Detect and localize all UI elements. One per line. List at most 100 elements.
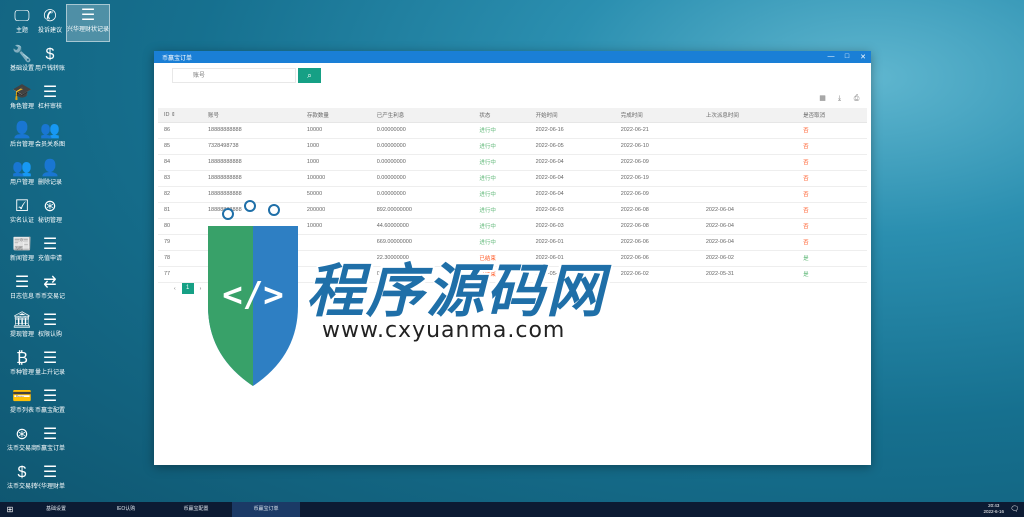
table-cell: 2022-06-02	[614, 266, 700, 283]
table-cell: 2022-06-09	[614, 154, 700, 171]
table-cell: 0.00000000	[370, 138, 474, 155]
table-cell: 18888888888	[201, 170, 301, 187]
table-cell: 进行中	[473, 170, 530, 187]
search-bar: ⌕	[172, 68, 321, 83]
print-icon[interactable]: ⎙	[852, 94, 861, 103]
table-cell: 2022-06-09	[614, 186, 700, 203]
table-cell: 2022-06-19	[614, 170, 700, 187]
desktop-icon-label: 币币交易记	[34, 294, 65, 300]
taskbar-item[interactable]: IEO认购	[92, 502, 160, 517]
prev-page-icon[interactable]: ‹	[174, 286, 176, 292]
desktop-icon[interactable]: ☰ 币赢宝订单	[28, 424, 72, 460]
table-row[interactable]: 84 18888888888 1000 0.00000000 进行中 2022-06-04…	[158, 154, 867, 171]
table-cell: 2022-06-08	[614, 218, 700, 235]
table-cell: 1000	[300, 154, 371, 171]
maximize-icon[interactable]: □	[839, 53, 855, 61]
desktop-icon[interactable]: ☰ 兴华理财状记录	[66, 4, 110, 42]
desktop-icon[interactable]: ☰ 杠杆审核	[28, 82, 72, 118]
desktop-icon-label: 币赢宝订单	[34, 446, 65, 452]
search-button[interactable]: ⌕	[298, 68, 321, 83]
table-cell: 2022-06-02	[699, 250, 798, 267]
desktop-icon-label: 兴华理财单	[34, 484, 65, 490]
notification-icon[interactable]: 🗨	[1010, 505, 1019, 513]
table-cell: 2022-06-08	[614, 202, 700, 219]
table-cell: 2022-06-10	[614, 138, 700, 155]
desktop-icon-label: 权限认购	[37, 332, 62, 338]
table-cell: 2022-06-04	[529, 170, 615, 187]
column-header: 上次派息时间	[699, 108, 798, 123]
start-icon[interactable]: ⊞	[0, 505, 20, 514]
watermark-url: www.cxyuanma.com	[322, 318, 566, 343]
desktop-icon[interactable]: 👤 删除记录	[28, 158, 72, 194]
table-cell: 84	[158, 154, 202, 171]
table-cell: 否	[797, 202, 867, 219]
table-row[interactable]: 83 18888888888 100000 0.00000000 进行中 2022-06-…	[158, 170, 867, 187]
table-toolbar: ▦ ⤓ ⎙	[818, 94, 861, 103]
table-cell: 2022-06-21	[614, 122, 700, 139]
desktop-icon[interactable]: ☰ 权限认购	[28, 310, 72, 346]
desktop-icon-glyph: $	[45, 46, 55, 63]
desktop-icon-glyph: ☰	[42, 388, 58, 405]
filter-columns-icon[interactable]: ▦	[818, 94, 827, 103]
close-icon[interactable]: ✕	[855, 53, 871, 61]
desktop-icon[interactable]: ☰ 充值申请	[28, 234, 72, 270]
table-cell: 86	[158, 122, 202, 139]
minimize-icon[interactable]: —	[823, 53, 839, 61]
table-cell: 18888888888	[201, 122, 301, 139]
table-cell: 否	[797, 138, 867, 155]
desktop-icon-label: 量上升记录	[34, 370, 65, 376]
table-cell: 2022-06-06	[614, 234, 700, 251]
window-titlebar[interactable]: 币赢宝订单 — □ ✕	[154, 51, 871, 63]
table-cell: 是	[797, 250, 867, 267]
table-cell: 18888888888	[201, 154, 301, 171]
table-cell: 2022-06-06	[614, 250, 700, 267]
desktop-icon-glyph: ⊛	[43, 198, 57, 215]
column-header: 完成时间	[614, 108, 700, 123]
column-header[interactable]: ID ⇕	[158, 108, 202, 123]
table-cell: 100000	[300, 170, 371, 187]
desktop-icon[interactable]: $ 用户钱转账	[28, 44, 72, 80]
table-cell	[699, 138, 798, 155]
desktop-icon-label: 用户钱转账	[34, 66, 65, 72]
account-search-input[interactable]	[172, 68, 296, 83]
desktop-icon-label: 币赢宝配置	[34, 408, 65, 414]
desktop-icon[interactable]: ⇄ 币币交易记	[28, 272, 72, 308]
table-cell	[699, 170, 798, 187]
desktop-icon[interactable]: ☰ 量上升记录	[28, 348, 72, 384]
desktop-icon-label: 杠杆审核	[37, 104, 62, 110]
taskbar-item[interactable]: 基础设置	[22, 502, 90, 517]
taskbar-item[interactable]: 币赢宝配置	[162, 502, 230, 517]
table-cell: 否	[797, 170, 867, 187]
desktop-icon[interactable]: ☰ 兴华理财单	[28, 462, 72, 498]
export-icon[interactable]: ⤓	[835, 94, 844, 103]
column-header: 状态	[473, 108, 530, 123]
search-icon: ⌕	[307, 71, 312, 80]
desktop-icon-glyph: ☰	[42, 84, 58, 101]
desktop-icon-glyph: ☰	[80, 7, 96, 24]
column-header: 是否取消	[797, 108, 867, 123]
column-header: 存款数量	[300, 108, 371, 123]
taskbar-clock: 20:43 2022-6-16	[983, 503, 1004, 515]
table-cell: 85	[158, 138, 202, 155]
table-cell	[699, 186, 798, 203]
desktop-icon[interactable]: ⊛ 秘钥管理	[28, 196, 72, 232]
table-row[interactable]: 85 7328498738 1000 0.00000000 进行中 2022-06-05 2…	[158, 138, 867, 155]
desktop-icon[interactable]: 👥 会员关系图	[28, 120, 72, 156]
watermark: </> 程序源码网 www.cxyuanma.com	[188, 196, 618, 396]
column-header: 开始时间	[529, 108, 615, 123]
table-row[interactable]: 86 18888888888 10000 0.00000000 进行中 2022-06-1…	[158, 122, 867, 139]
table-cell: 进行中	[473, 138, 530, 155]
desktop-icon-glyph: ⇄	[43, 274, 57, 291]
table-cell: 否	[797, 218, 867, 235]
window-title: 币赢宝订单	[162, 55, 193, 62]
taskbar-item[interactable]: 币赢宝订单	[232, 502, 300, 517]
shield-logo: </>	[208, 200, 298, 386]
watermark-title: 程序源码网	[306, 257, 607, 325]
table-cell: 0.00000000	[370, 122, 474, 139]
table-cell: 2022-06-04	[699, 234, 798, 251]
table-cell: 否	[797, 234, 867, 251]
table-cell: 2022-06-04	[529, 154, 615, 171]
desktop-icon[interactable]: ☰ 币赢宝配置	[28, 386, 72, 422]
desktop-icon-glyph: ☰	[42, 312, 58, 329]
taskbar: ⊞ 基础设置 IEO认购 币赢宝配置 币赢宝订单 20:43 2022-6-16 🗨	[0, 502, 1024, 517]
